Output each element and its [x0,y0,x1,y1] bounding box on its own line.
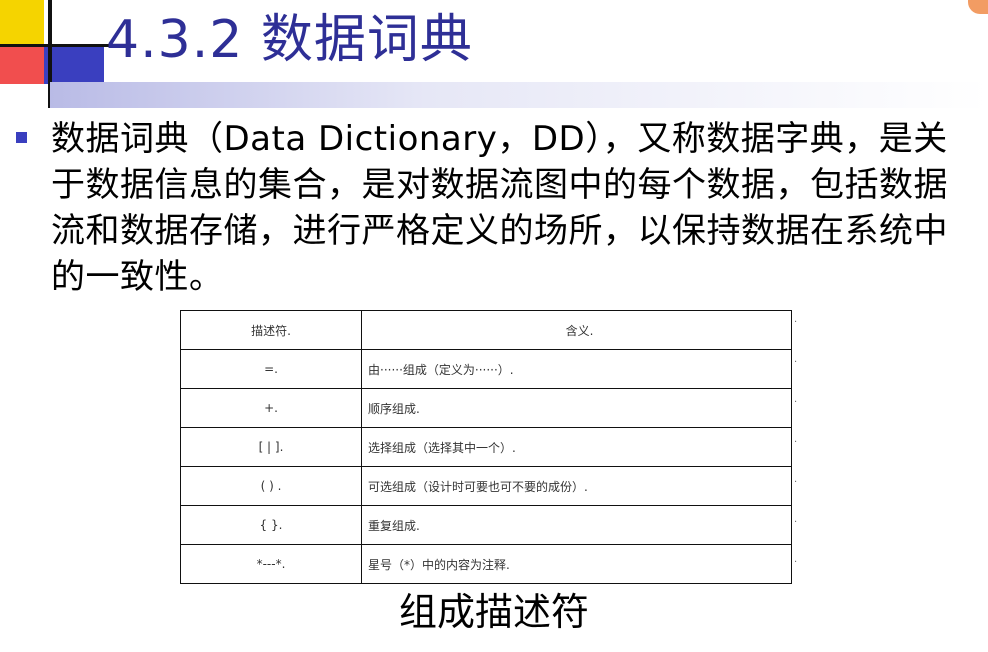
descriptor-table-image: 描述符. 含义. =. 由······组成（定义为······）. +. 顺序组… [180,310,792,584]
table-cell-symbol: =. [180,349,362,389]
table-header-row: 描述符. 含义. [180,310,792,350]
table-row: { }. 重复组成. [180,505,792,545]
table-caption: 组成描述符 [398,590,589,634]
table-header-cell: 描述符. [180,310,362,350]
table-row: *---*. 星号（*）中的内容为注释. [180,544,792,584]
table-row: ( ) . 可选组成（设计时可要也可不要的成份）. [180,466,792,506]
slide-title: 4.3.2 数据词典 [106,10,473,70]
table-row: +. 顺序组成. [180,388,792,428]
table-cell-symbol: ( ) . [180,466,362,506]
title-gradient-bar [50,82,988,108]
margin-mark: . [794,314,798,325]
margin-mark: . [794,514,798,525]
table-cell-meaning: 重复组成. [361,505,792,545]
square-bullet-icon [16,132,27,143]
table-cell-meaning: 由······组成（定义为······）. [361,349,792,389]
table-cell-meaning: 星号（*）中的内容为注释. [361,544,792,584]
table-cell-meaning: 选择组成（选择其中一个）. [361,427,792,467]
descriptor-table: 描述符. 含义. =. 由······组成（定义为······）. +. 顺序组… [180,310,792,584]
table-cell-symbol: +. [180,388,362,428]
table-cell-symbol: [ | ]. [180,427,362,467]
margin-mark: . [794,434,798,445]
table-row: =. 由······组成（定义为······）. [180,349,792,389]
table-cell-meaning: 顺序组成. [361,388,792,428]
corner-indicator-icon [968,0,988,14]
table-cell-meaning: 可选组成（设计时可要也可不要的成份）. [361,466,792,506]
margin-mark: . [794,354,798,365]
bullet-paragraph: 数据词典（Data Dictionary，DD），又称数据字典，是关于数据信息的… [16,116,976,300]
table-row: [ | ]. 选择组成（选择其中一个）. [180,427,792,467]
decor-horizontal-line [0,44,110,47]
bullet-text: 数据词典（Data Dictionary，DD），又称数据字典，是关于数据信息的… [51,119,948,297]
table-cell-symbol: { }. [180,505,362,545]
table-cell-symbol: *---*. [180,544,362,584]
margin-mark: . [794,394,798,405]
decor-blue-square [44,44,104,84]
decor-yellow-square [0,0,44,44]
margin-mark: . [794,554,798,565]
table-header-cell: 含义. [361,310,792,350]
margin-mark: . [794,474,798,485]
decor-red-square [0,44,44,84]
